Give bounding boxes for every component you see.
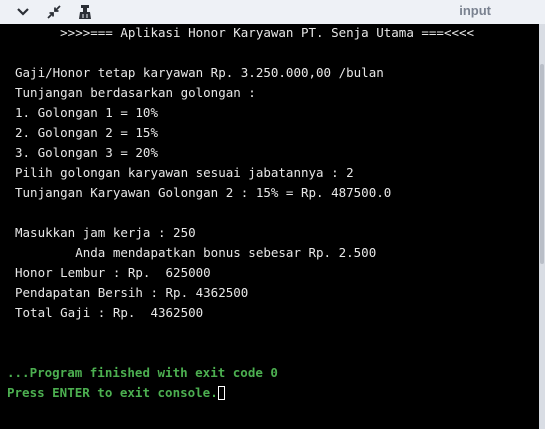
console-toolbar: input xyxy=(0,0,545,24)
console-line: >>>>=== Aplikasi Honor Karyawan PT. Senj… xyxy=(15,25,475,40)
console-output[interactable]: >>>>=== Aplikasi Honor Karyawan PT. Senj… xyxy=(0,24,539,429)
chevron-down-icon[interactable] xyxy=(14,3,32,21)
console-line: Tunjangan Karyawan Golongan 2 : 15% = Rp… xyxy=(15,185,392,200)
console-line: Honor Lembur : Rp. 625000 xyxy=(15,265,211,280)
press-enter-message: Press ENTER to exit console. xyxy=(7,385,218,400)
console-line: Total Gaji : Rp. 4362500 xyxy=(15,305,204,320)
console-line: Pilih golongan karyawan sesuai jabatanny… xyxy=(15,165,354,180)
console-line: Tunjangan berdasarkan golongan : xyxy=(15,85,256,100)
console-line: Pendapatan Bersih : Rp. 4362500 xyxy=(15,285,249,300)
console-scrollbar[interactable] xyxy=(539,24,545,429)
press-enter-line: Press ENTER to exit console. xyxy=(7,386,225,400)
console-line: 1. Golongan 1 = 10% xyxy=(15,105,158,120)
console-line: 3. Golongan 3 = 20% xyxy=(15,145,158,160)
console-line: Anda mendapatkan bonus sebesar Rp. 2.500 xyxy=(15,245,377,260)
exit-code-message: ...Program finished with exit code 0 xyxy=(7,365,278,380)
scrollbar-thumb[interactable] xyxy=(540,64,544,264)
text-cursor[interactable] xyxy=(217,386,225,400)
input-tab-label[interactable]: input xyxy=(459,3,491,18)
console-line: 2. Golongan 2 = 15% xyxy=(15,125,158,140)
clear-icon[interactable] xyxy=(76,3,94,21)
console-line: Masukkan jam kerja : 250 xyxy=(15,225,196,240)
collapse-icon[interactable] xyxy=(45,3,63,21)
console-line: Gaji/Honor tetap karyawan Rp. 3.250.000,… xyxy=(15,65,384,80)
